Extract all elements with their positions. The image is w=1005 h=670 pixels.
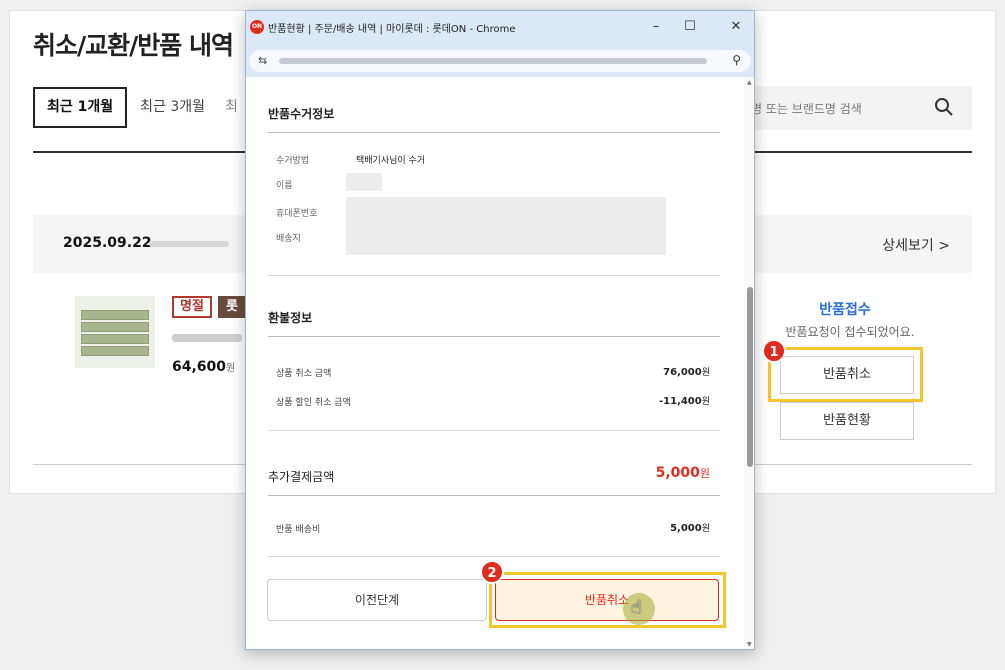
return-status-button[interactable]: 반품현황 (780, 402, 914, 440)
scrollbar[interactable]: ▲ ▼ (744, 77, 754, 649)
product-cancel-amount-value: 76,000 (663, 367, 702, 378)
section-divider (268, 495, 720, 496)
previous-step-button[interactable]: 이전단계 (267, 579, 487, 621)
site-settings-icon[interactable]: ⇆ (258, 54, 267, 67)
contact-blurred (346, 197, 666, 255)
product-image[interactable] (75, 296, 155, 368)
close-icon[interactable]: ✕ (724, 18, 748, 36)
zoom-icon[interactable]: ⚲ (732, 53, 741, 67)
product-price: 64,600원 (172, 359, 235, 375)
section-divider (268, 275, 720, 276)
pickup-method-label: 수거방법 (276, 156, 310, 166)
maximize-icon[interactable]: ☐ (678, 18, 702, 36)
product-stack (81, 310, 149, 320)
popup-titlebar[interactable]: ON 반품현황 | 주문/배송 내역 | 마이롯데 : 롯데ON - Chrom… (246, 11, 754, 47)
discount-cancel-amount-label: 상품 할인 취소 금액 (276, 398, 351, 408)
discount-cancel-amount: -11,400원 (659, 394, 710, 407)
product-price-value: 64,600 (172, 359, 227, 375)
order-date: 2025.09.22 (63, 235, 152, 251)
product-price-unit: 원 (226, 363, 236, 374)
search-placeholder: 품명 또는 브랜드명 검색 (740, 102, 862, 116)
return-shipping-unit: 원 (701, 524, 710, 534)
mouse-cursor: ☝ (623, 593, 655, 625)
product-stack (81, 322, 149, 332)
period-tabs: 최근 1개월 최근 3개월 최 (33, 87, 245, 128)
address-label: 배송지 (276, 234, 301, 244)
step-badge-1: 1 (762, 339, 786, 363)
product-name-blurred (172, 334, 242, 342)
pickup-method-value: 택배기사님이 수거 (356, 156, 426, 166)
holiday-badge: 명절 (172, 296, 212, 318)
return-status-message: 반품요청이 접수되었어요. (785, 325, 915, 339)
name-blurred (346, 173, 382, 191)
return-shipping-label: 반품 배송비 (276, 525, 321, 535)
scroll-thumb[interactable] (747, 287, 753, 467)
product-stack (81, 346, 149, 356)
tab-recent-3-months[interactable]: 최근 3개월 (127, 87, 218, 128)
extra-payment-amount: 5,000원 (656, 465, 710, 481)
discount-cancel-amount-unit: 원 (701, 397, 710, 407)
brand-badge: 롯 (218, 296, 246, 318)
popup-window-title: 반품현황 | 주문/배송 내역 | 마이롯데 : 롯데ON - Chrome (268, 24, 516, 35)
detail-link[interactable]: 상세보기 > (882, 235, 950, 255)
extra-payment-title: 추가결제금액 (268, 470, 335, 484)
search-icon[interactable] (934, 97, 954, 117)
name-label: 이름 (276, 181, 293, 191)
cancel-return-button[interactable]: 반품취소 (780, 356, 914, 394)
discount-cancel-amount-value: -11,400 (658, 396, 702, 407)
section-divider (268, 132, 720, 133)
section-divider (268, 556, 720, 557)
confirm-cancel-return-button[interactable]: 반품취소 (495, 579, 719, 621)
return-shipping-amount: 5,000원 (670, 521, 710, 534)
url-blurred (279, 58, 707, 64)
step-badge-2: 2 (480, 560, 504, 584)
order-number-blurred (149, 241, 229, 247)
lotteon-favicon: ON (250, 20, 264, 34)
page-title: 취소/교환/반품 내역 (33, 31, 234, 60)
section-divider (268, 430, 720, 431)
popup-window: ON 반품현황 | 주문/배송 내역 | 마이롯데 : 롯데ON - Chrom… (245, 10, 755, 650)
product-cancel-amount: 76,000원 (663, 365, 710, 378)
search-input[interactable]: 품명 또는 브랜드명 검색 (734, 86, 972, 130)
address-bar[interactable]: ⇆ ⚲ (249, 50, 751, 72)
product-cancel-amount-unit: 원 (701, 368, 710, 378)
extra-payment-value: 5,000 (655, 465, 700, 481)
pickup-info-title: 반품수거정보 (268, 107, 335, 121)
minimize-icon[interactable]: – (644, 18, 668, 36)
section-divider (268, 336, 720, 337)
tab-partial[interactable]: 최 (218, 87, 245, 128)
scroll-up-icon[interactable]: ▲ (747, 79, 752, 86)
product-stack (81, 334, 149, 344)
return-status: 반품접수 (819, 302, 871, 318)
return-shipping-value: 5,000 (670, 523, 702, 534)
hand-pointer-icon: ☝ (631, 597, 642, 618)
popup-urlbar: ⇆ ⚲ (246, 47, 754, 77)
scroll-down-icon[interactable]: ▼ (747, 641, 752, 648)
tab-recent-1-month[interactable]: 최근 1개월 (33, 87, 128, 128)
phone-label: 휴대폰번호 (276, 209, 318, 219)
extra-payment-unit: 원 (699, 467, 710, 480)
refund-info-title: 환불정보 (268, 311, 313, 325)
product-cancel-amount-label: 상품 취소 금액 (276, 369, 332, 379)
